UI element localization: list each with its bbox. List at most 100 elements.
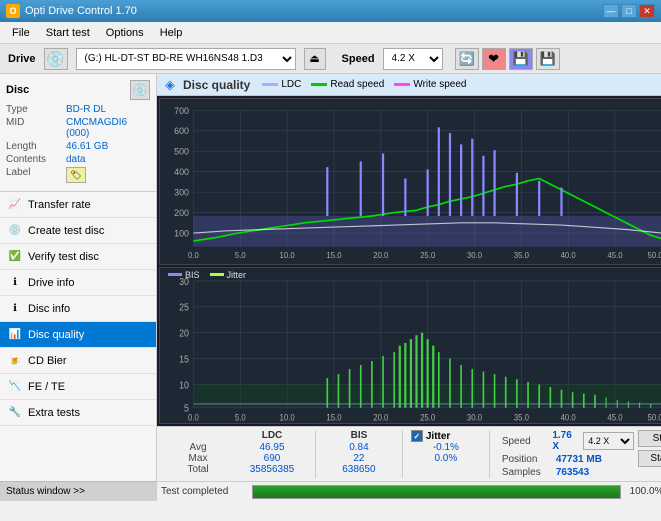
svg-text:45.0: 45.0 (607, 251, 623, 260)
speed-pos-section: Speed 1.76 X 4.2 X Position 47731 MB Sam… (502, 430, 635, 478)
maximize-button[interactable]: □ (621, 4, 637, 18)
drive-select[interactable]: (G:) HL-DT-ST BD-RE WH16NS48 1.D3 (76, 48, 296, 70)
progress-bar-fill (253, 486, 620, 498)
nav-disc-info[interactable]: ℹ Disc info (0, 296, 156, 322)
sidebar-nav: 📈 Transfer rate 💿 Create test disc ✅ Ver… (0, 192, 156, 481)
svg-text:30.0: 30.0 (467, 251, 483, 260)
svg-text:100: 100 (174, 228, 189, 238)
disc-panel: Disc 💿 Type BD-R DL MID CMCMAGDI6 (000) … (0, 74, 156, 192)
samples-label: Samples (502, 467, 552, 478)
bis-chart: BIS Jitter (159, 267, 661, 424)
bis-header: BIS (324, 430, 394, 442)
nav-transfer-rate[interactable]: 📈 Transfer rate (0, 192, 156, 218)
nav-drive-info[interactable]: ℹ Drive info (0, 270, 156, 296)
nav-transfer-rate-label: Transfer rate (28, 199, 91, 211)
stats-divider-1 (315, 430, 316, 478)
progress-area: Test completed 100.0% 62:54 (157, 481, 661, 501)
disc-mid-label: MID (6, 117, 66, 139)
svg-text:20: 20 (179, 328, 189, 340)
fe-te-icon: 📉 (8, 381, 22, 392)
eject-button[interactable]: ⏏ (304, 48, 326, 70)
disc-button1[interactable]: ❤ (482, 48, 506, 70)
app-icon: O (6, 4, 20, 18)
stats-divider-3 (489, 430, 490, 478)
nav-cd-bier[interactable]: 🍺 CD Bier (0, 348, 156, 374)
panel-icon: ◈ (165, 77, 175, 93)
svg-text:15.0: 15.0 (326, 412, 341, 423)
transfer-rate-icon: 📈 (8, 199, 22, 210)
svg-text:300: 300 (174, 187, 189, 197)
nav-extra-tests-label: Extra tests (28, 407, 80, 419)
drive-icon: 💿 (44, 48, 68, 70)
disc-button2[interactable]: 💾 (509, 48, 533, 70)
disc-type-row: Type BD-R DL (6, 104, 150, 115)
status-window-toggle[interactable]: Status window >> (0, 481, 156, 501)
nav-fe-te[interactable]: 📉 FE / TE (0, 374, 156, 400)
menu-options[interactable]: Options (98, 25, 152, 41)
speed-dropdown[interactable]: 4.2 X (583, 432, 634, 450)
jitter-avg: -0.1% (411, 442, 481, 453)
disc-mid-value: CMCMAGDI6 (000) (66, 117, 150, 139)
menu-bar: File Start test Options Help (0, 22, 661, 44)
nav-verify-test-disc[interactable]: ✅ Verify test disc (0, 244, 156, 270)
main-content: Disc 💿 Type BD-R DL MID CMCMAGDI6 (000) … (0, 74, 661, 501)
menu-start-test[interactable]: Start test (38, 25, 98, 41)
progress-bar-container (252, 485, 621, 499)
nav-create-test-disc[interactable]: 💿 Create test disc (0, 218, 156, 244)
sidebar: Disc 💿 Type BD-R DL MID CMCMAGDI6 (000) … (0, 74, 157, 501)
ldc-color (262, 83, 278, 86)
app-title: Opti Drive Control 1.70 (25, 5, 603, 17)
ldc-label: LDC (281, 79, 301, 90)
bis-legend: BIS Jitter (168, 270, 246, 280)
title-bar: O Opti Drive Control 1.70 — □ ✕ (0, 0, 661, 22)
start-full-button[interactable]: Start full (638, 430, 661, 447)
svg-text:10.0: 10.0 (280, 412, 295, 423)
legend-write-speed: Write speed (394, 79, 466, 90)
nav-disc-quality[interactable]: 📊 Disc quality (0, 322, 156, 348)
svg-text:600: 600 (174, 126, 189, 136)
read-speed-color (311, 83, 327, 86)
minimize-button[interactable]: — (603, 4, 619, 18)
samples-value: 763543 (556, 467, 589, 478)
ldc-max: 690 (237, 453, 307, 464)
nav-extra-tests[interactable]: 🔧 Extra tests (0, 400, 156, 426)
speed-select[interactable]: 4.2 X (383, 48, 443, 70)
disc-header: Disc 💿 (6, 80, 150, 100)
buttons-section: Start full Start part (638, 430, 661, 467)
disc-icon: 💿 (130, 80, 150, 100)
bis-total: 638650 (324, 464, 394, 475)
disc-type-value: BD-R DL (66, 104, 106, 115)
legend-ldc: LDC (262, 79, 301, 90)
svg-text:0.0: 0.0 (188, 412, 199, 423)
menu-help[interactable]: Help (152, 25, 191, 41)
stats-col-jitter: ✓ Jitter -0.1% 0.0% (411, 430, 481, 464)
menu-file[interactable]: File (4, 25, 38, 41)
stats-col-bis: BIS 0.84 22 638650 (324, 430, 394, 475)
jitter-legend-label: Jitter (227, 270, 247, 280)
charts-area: 700 600 500 400 300 200 100 18X 16X 14X … (157, 96, 661, 426)
nav-drive-info-label: Drive info (28, 277, 74, 289)
ldc-avg: 46.95 (237, 442, 307, 453)
start-part-button[interactable]: Start part (638, 450, 661, 467)
svg-text:10: 10 (179, 379, 189, 391)
svg-text:0.0: 0.0 (188, 251, 199, 260)
write-speed-color (394, 83, 410, 86)
drive-info-icon: ℹ (8, 277, 22, 288)
refresh-button[interactable]: 🔄 (455, 48, 479, 70)
svg-text:50.0 GB: 50.0 GB (648, 412, 661, 423)
bis-legend-item: BIS (168, 270, 200, 280)
svg-text:30.0: 30.0 (467, 412, 482, 423)
svg-text:35.0: 35.0 (514, 412, 529, 423)
save-button[interactable]: 💾 (536, 48, 560, 70)
jitter-checkbox[interactable]: ✓ (411, 430, 423, 442)
nav-fe-te-label: FE / TE (28, 381, 65, 393)
svg-text:25.0: 25.0 (420, 412, 435, 423)
stats-divider-2 (402, 430, 403, 478)
bis-legend-label: BIS (185, 270, 200, 280)
svg-text:45.0: 45.0 (607, 412, 622, 423)
close-button[interactable]: ✕ (639, 4, 655, 18)
svg-text:500: 500 (174, 147, 189, 157)
disc-type-label: Type (6, 104, 66, 115)
svg-text:700: 700 (174, 106, 189, 116)
svg-text:5.0: 5.0 (235, 412, 246, 423)
